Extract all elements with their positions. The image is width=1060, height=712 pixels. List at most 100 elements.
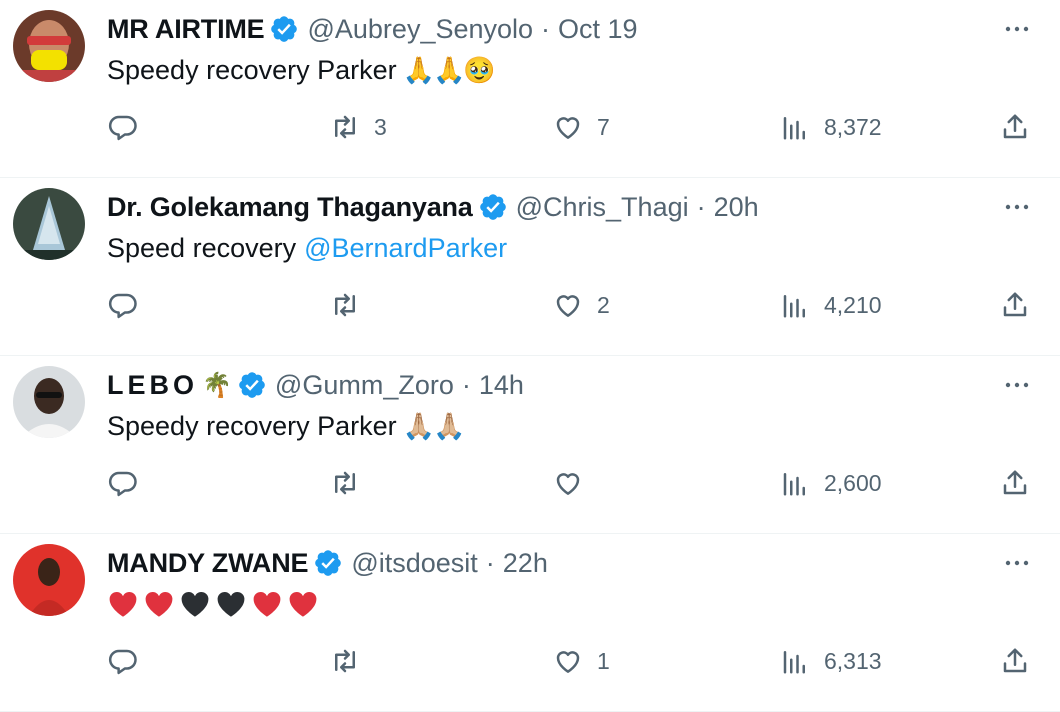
action-bar: 2,600 xyxy=(0,458,1060,508)
user-handle[interactable]: @Gumm_Zoro xyxy=(275,370,454,401)
avatar[interactable] xyxy=(13,544,85,616)
heart-emoji-black xyxy=(181,591,209,617)
timestamp[interactable]: Oct 19 xyxy=(558,14,638,45)
palm-emoji: 🌴 xyxy=(202,371,232,399)
retweet-count: 3 xyxy=(374,113,387,140)
avatar[interactable] xyxy=(13,366,85,438)
views-button[interactable]: 4,210 xyxy=(780,280,882,330)
tweet[interactable]: MR AIRTIME @Aubrey_Senyolo · Oct 19 Spee… xyxy=(0,0,1060,178)
share-button[interactable] xyxy=(1000,280,1030,330)
display-name[interactable]: MR AIRTIME xyxy=(107,14,265,45)
like-button[interactable]: 7 xyxy=(553,102,610,152)
action-bar: 1 6,313 xyxy=(0,636,1060,686)
retweet-button[interactable] xyxy=(330,458,374,508)
emoji: 🙏🙏🥹 xyxy=(402,54,496,85)
views-button[interactable]: 2,600 xyxy=(780,458,882,508)
heart-emoji-red xyxy=(109,591,137,617)
tweet[interactable]: MANDY ZWANE @itsdoesit · 22h 1 6,313 xyxy=(0,534,1060,712)
view-count: 4,210 xyxy=(824,291,882,318)
reply-bubble-icon xyxy=(108,649,137,675)
tweet-text: Speedy recovery Parker 🙏🏼🙏🏼 xyxy=(107,406,466,446)
view-count: 8,372 xyxy=(824,113,882,140)
share-button[interactable] xyxy=(1000,636,1030,686)
like-count: 2 xyxy=(597,291,610,318)
more-horizontal-icon[interactable] xyxy=(1002,194,1032,220)
more-horizontal-icon[interactable] xyxy=(1002,550,1032,576)
timestamp[interactable]: 14h xyxy=(479,370,524,401)
like-button[interactable]: 1 xyxy=(553,636,610,686)
share-upload-icon xyxy=(1003,114,1027,139)
reply-button[interactable] xyxy=(108,102,152,152)
separator-dot: · xyxy=(485,547,495,578)
tweet[interactable]: LEBO 🌴 @Gumm_Zoro · 14h Speedy recovery … xyxy=(0,356,1060,534)
analytics-bars-icon xyxy=(783,651,805,674)
retweet-icon xyxy=(335,471,355,495)
analytics-bars-icon xyxy=(783,473,805,496)
heart-emoji-red xyxy=(289,591,317,617)
like-count: 1 xyxy=(597,647,610,674)
emoji: 🙏🏼🙏🏼 xyxy=(402,410,466,441)
like-count: 7 xyxy=(597,113,610,140)
reply-bubble-icon xyxy=(108,471,137,497)
share-upload-icon xyxy=(1003,292,1027,317)
retweet-button[interactable] xyxy=(330,280,374,330)
verified-badge-icon xyxy=(239,372,265,398)
retweet-icon xyxy=(335,649,355,673)
action-bar: 3 7 8,372 xyxy=(0,102,1060,152)
reply-button[interactable] xyxy=(108,280,152,330)
tweet-body: Speed recovery xyxy=(107,232,297,263)
reply-bubble-icon xyxy=(108,115,137,141)
reply-button[interactable] xyxy=(108,636,152,686)
user-handle[interactable]: @Chris_Thagi xyxy=(516,192,689,223)
heart-emoji-red xyxy=(145,591,173,617)
user-handle[interactable]: @itsdoesit xyxy=(351,548,477,579)
separator-dot: · xyxy=(696,191,706,222)
display-name[interactable]: LEBO xyxy=(107,370,198,401)
reply-button[interactable] xyxy=(108,458,152,508)
tweet[interactable]: Dr. Golekamang Thaganyana @Chris_Thagi ·… xyxy=(0,178,1060,356)
view-count: 2,600 xyxy=(824,469,882,496)
timestamp[interactable]: 20h xyxy=(714,192,759,223)
heart-outline-icon xyxy=(556,117,580,139)
avatar[interactable] xyxy=(13,188,85,260)
tweet-body: Speedy recovery Parker xyxy=(107,54,397,85)
more-horizontal-icon[interactable] xyxy=(1002,16,1032,42)
retweet-icon xyxy=(335,115,355,139)
action-bar: 2 4,210 xyxy=(0,280,1060,330)
heart-outline-icon xyxy=(556,295,580,317)
like-button[interactable] xyxy=(553,458,597,508)
reply-bubble-icon xyxy=(108,293,137,319)
display-name[interactable]: Dr. Golekamang Thaganyana xyxy=(107,192,473,223)
views-button[interactable]: 6,313 xyxy=(780,636,882,686)
tweet-text: Speedy recovery Parker 🙏🙏🥹 xyxy=(107,50,496,90)
mention-link[interactable]: @BernardParker xyxy=(304,233,507,264)
share-upload-icon xyxy=(1003,470,1027,495)
tweet-header: MANDY ZWANE @itsdoesit · 22h xyxy=(107,545,548,581)
tweet-header: MR AIRTIME @Aubrey_Senyolo · Oct 19 xyxy=(107,11,638,47)
tweet-header: Dr. Golekamang Thaganyana @Chris_Thagi ·… xyxy=(107,189,759,225)
retweet-icon xyxy=(335,293,355,317)
separator-dot: · xyxy=(541,13,551,44)
share-upload-icon xyxy=(1003,648,1027,673)
share-button[interactable] xyxy=(1000,458,1030,508)
timestamp[interactable]: 22h xyxy=(503,548,548,579)
heart-outline-icon xyxy=(556,473,580,495)
tweet-header: LEBO 🌴 @Gumm_Zoro · 14h xyxy=(107,367,524,403)
analytics-bars-icon xyxy=(783,295,805,318)
tweet-body: Speedy recovery Parker xyxy=(107,410,397,441)
heart-outline-icon xyxy=(556,651,580,673)
tweet-text xyxy=(107,584,319,624)
retweet-button[interactable]: 3 xyxy=(330,102,387,152)
view-count: 6,313 xyxy=(824,647,882,674)
views-button[interactable]: 8,372 xyxy=(780,102,882,152)
user-handle[interactable]: @Aubrey_Senyolo xyxy=(307,14,533,45)
verified-badge-icon xyxy=(479,194,506,220)
display-name[interactable]: MANDY ZWANE xyxy=(107,548,309,579)
avatar[interactable] xyxy=(13,10,85,82)
tweet-text: Speed recovery @BernardParker xyxy=(107,228,507,268)
more-horizontal-icon[interactable] xyxy=(1002,372,1032,398)
heart-emoji-red xyxy=(253,591,281,617)
share-button[interactable] xyxy=(1000,102,1030,152)
retweet-button[interactable] xyxy=(330,636,374,686)
like-button[interactable]: 2 xyxy=(553,280,610,330)
